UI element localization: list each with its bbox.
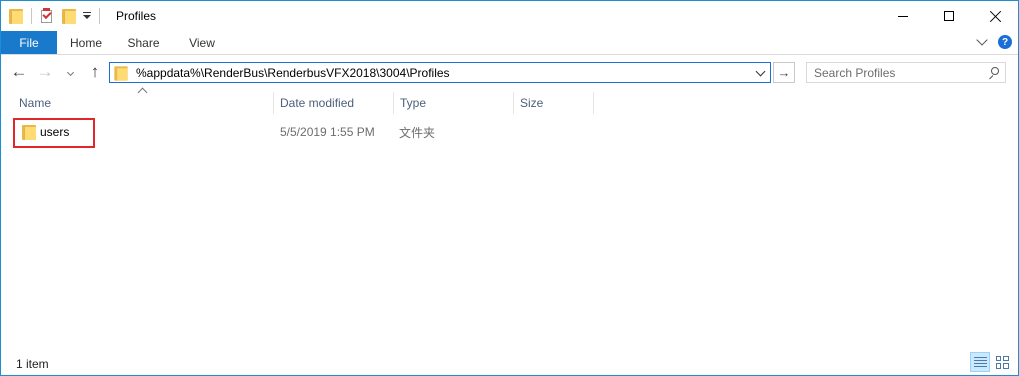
recent-locations-button[interactable] <box>63 62 77 82</box>
minimize-button[interactable] <box>880 1 926 31</box>
status-bar: 1 item <box>1 349 1018 375</box>
minimize-icon <box>898 15 908 17</box>
toolbar-divider <box>99 8 100 24</box>
search-icon[interactable] <box>988 67 999 80</box>
chevron-down-icon <box>66 68 74 76</box>
column-header-name[interactable]: Name <box>19 92 271 114</box>
address-bar[interactable]: %appdata%\RenderBus\RenderbusVFX2018\300… <box>109 62 771 83</box>
go-button[interactable]: → <box>773 62 795 83</box>
go-arrow-icon: → <box>777 65 791 80</box>
window-controls <box>880 1 1018 31</box>
window-title: Profiles <box>116 9 157 23</box>
maximize-icon <box>944 11 954 21</box>
back-button[interactable]: ← <box>9 62 29 82</box>
column-header-size[interactable]: Size <box>520 92 590 114</box>
large-icons-view-button[interactable] <box>992 352 1012 372</box>
column-headers: Name Date modified Type Size <box>1 92 1018 114</box>
address-history-dropdown-icon[interactable] <box>755 66 766 77</box>
new-folder-icon[interactable] <box>62 8 76 24</box>
column-divider[interactable] <box>513 92 514 114</box>
folder-icon <box>114 65 128 81</box>
file-date-modified: 5/5/2019 1:55 PM <box>280 125 375 139</box>
close-button[interactable] <box>972 1 1018 31</box>
column-header-type[interactable]: Type <box>400 92 510 114</box>
column-divider[interactable] <box>273 92 274 114</box>
details-view-icon <box>973 356 987 368</box>
navigation-bar: ← → ↑ %appdata%\RenderBus\RenderbusVFX20… <box>1 56 1018 90</box>
tab-home[interactable]: Home <box>57 31 115 54</box>
title-bar: Profiles <box>1 1 1018 31</box>
file-row[interactable]: users 5/5/2019 1:55 PM 文件夹 <box>13 118 593 148</box>
help-icon[interactable]: ? <box>998 35 1012 49</box>
view-toggle <box>970 352 1012 372</box>
details-view-button[interactable] <box>970 352 990 372</box>
address-path[interactable]: %appdata%\RenderBus\RenderbusVFX2018\300… <box>136 66 450 80</box>
tab-file[interactable]: File <box>1 31 57 54</box>
folder-icon <box>22 124 36 140</box>
ribbon-right-controls: ? <box>976 34 1012 49</box>
forward-arrow-icon: → <box>36 62 54 81</box>
large-icons-view-icon <box>995 355 1009 369</box>
up-arrow-icon: ↑ <box>90 62 100 81</box>
column-divider[interactable] <box>593 92 594 114</box>
column-divider[interactable] <box>393 92 394 114</box>
maximize-button[interactable] <box>926 1 972 31</box>
search-box[interactable] <box>806 62 1006 83</box>
column-header-date-modified[interactable]: Date modified <box>280 92 390 114</box>
search-input[interactable] <box>814 65 979 80</box>
back-arrow-icon: ← <box>10 62 28 81</box>
file-type: 文件夹 <box>399 126 436 140</box>
up-button[interactable]: ↑ <box>85 62 105 82</box>
item-count: 1 item <box>16 357 49 371</box>
file-name[interactable]: users <box>40 125 69 139</box>
forward-button[interactable]: → <box>35 62 55 82</box>
file-explorer-window: Profiles File Home Share View ? ← → ↑ %a… <box>0 0 1019 376</box>
ribbon-tabs: File Home Share View ? <box>1 31 1018 55</box>
tab-view[interactable]: View <box>172 31 232 54</box>
quick-access-toolbar <box>9 1 108 31</box>
folder-icon <box>9 8 23 24</box>
tab-share[interactable]: Share <box>115 31 172 54</box>
toolbar-divider <box>31 8 32 24</box>
close-icon <box>990 11 1001 22</box>
customize-toolbar-dropdown-icon[interactable] <box>82 11 91 21</box>
expand-ribbon-chevron-icon[interactable] <box>976 34 988 46</box>
properties-icon[interactable] <box>40 8 54 24</box>
